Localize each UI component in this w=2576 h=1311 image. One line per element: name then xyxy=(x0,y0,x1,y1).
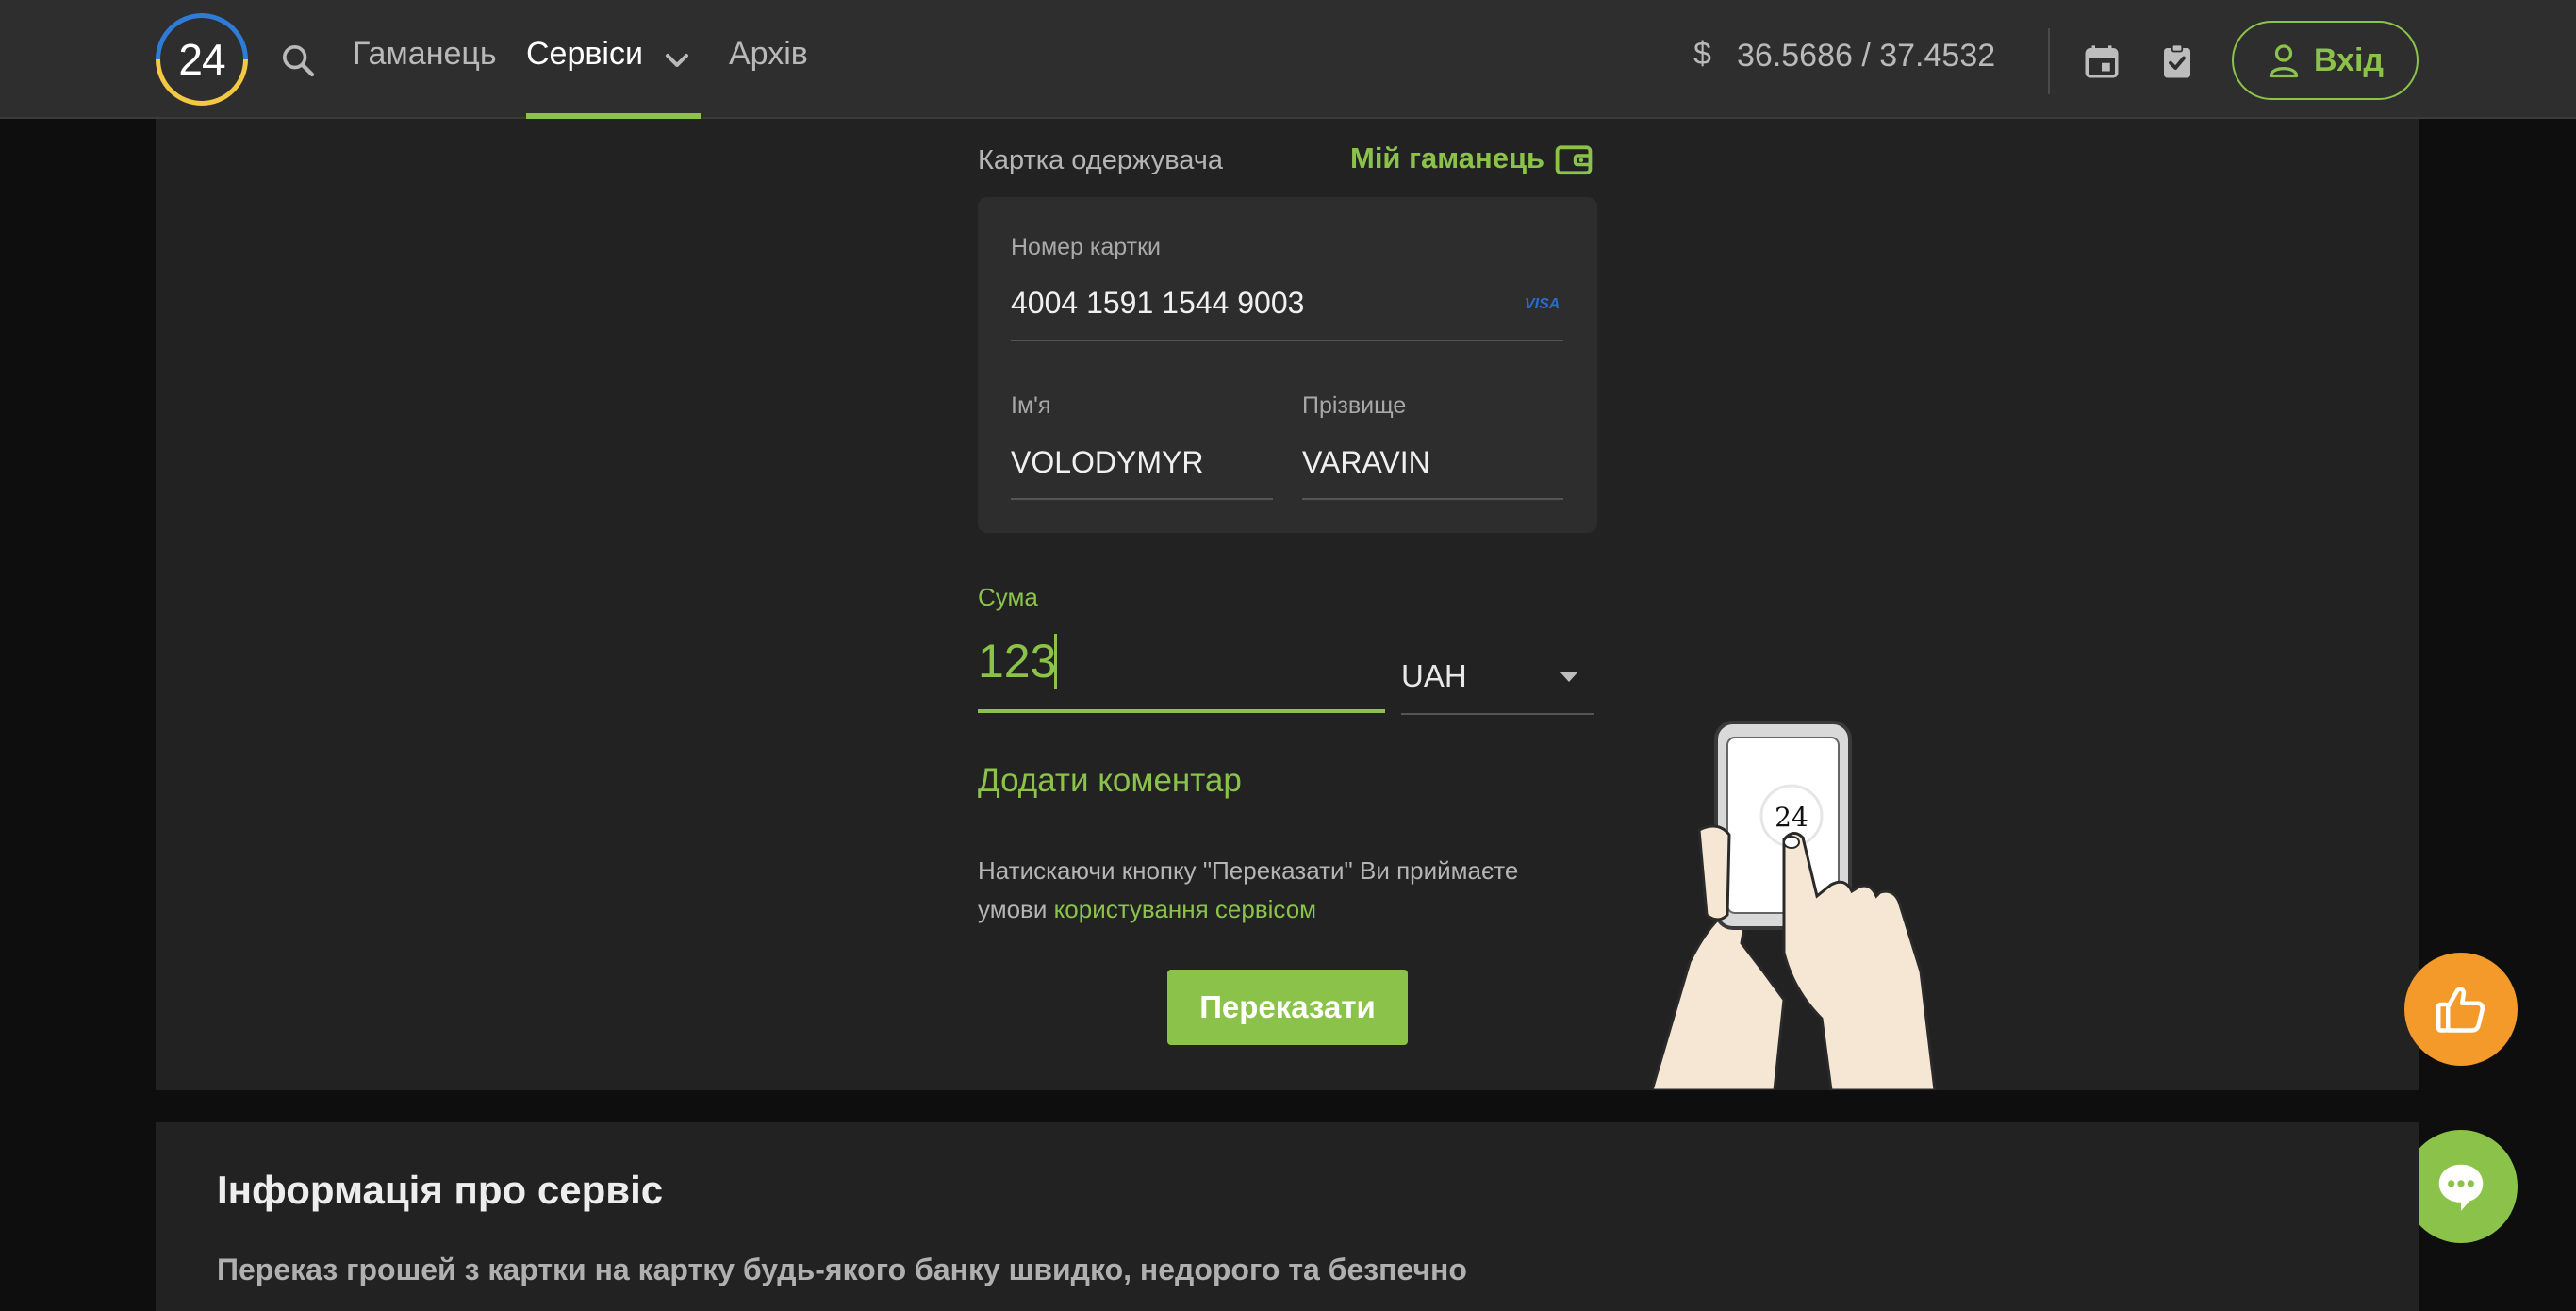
last-name-label: Прізвище xyxy=(1302,392,1407,419)
top-header: 24 Гаманець Сервіси Архів $ 36.5686 / 37… xyxy=(0,0,2576,119)
wallet-icon[interactable] xyxy=(1554,141,1593,177)
exchange-rate: 36.5686 / 37.4532 xyxy=(1737,38,1996,74)
last-name-underline xyxy=(1302,498,1563,500)
thumbs-up-icon xyxy=(2436,987,2485,1033)
user-icon xyxy=(2269,44,2299,78)
last-name-input[interactable]: VARAVIN xyxy=(1302,445,1430,480)
my-wallet-link[interactable]: Мій гаманець xyxy=(1350,141,1544,175)
search-icon[interactable] xyxy=(279,41,317,79)
terms-text: Натискаючи кнопку "Переказати" Ви прийма… xyxy=(978,852,1562,929)
chat-icon xyxy=(2438,1164,2484,1211)
recipient-card-label: Картка одержувача xyxy=(978,145,1224,175)
login-button[interactable]: Вхід xyxy=(2232,21,2419,100)
first-name-underline xyxy=(1011,498,1273,500)
amount-label: Сума xyxy=(978,583,1038,611)
chevron-down-icon[interactable] xyxy=(658,41,696,79)
card-number-input[interactable]: 4004 1591 1544 9003 xyxy=(1011,286,1304,321)
first-name-label: Ім'я xyxy=(1011,392,1051,419)
currency-underline xyxy=(1401,713,1594,715)
amount-input[interactable]: 123 xyxy=(978,634,1056,689)
transfer-button[interactable]: Переказати xyxy=(1167,970,1408,1045)
dollar-icon: $ xyxy=(1693,36,1711,72)
nav-services[interactable]: Сервіси xyxy=(526,36,643,73)
service-info-title: Інформація про сервіс xyxy=(217,1168,664,1212)
dropdown-arrow-icon[interactable] xyxy=(1560,672,1578,682)
card-number-label: Номер картки xyxy=(1011,234,1161,260)
nav-archive[interactable]: Архів xyxy=(729,36,808,73)
add-comment-link[interactable]: Додати коментар xyxy=(978,762,1242,800)
service-info-text: Переказ грошей з картки на картку будь-я… xyxy=(217,1253,1467,1286)
chat-button[interactable] xyxy=(2404,1130,2518,1243)
feedback-like-button[interactable] xyxy=(2404,953,2518,1066)
first-name-input[interactable]: VOLODYMYR xyxy=(1011,445,1203,480)
amount-underline xyxy=(978,709,1385,713)
login-label: Вхід xyxy=(2313,41,2385,78)
phone-hands-illustration: 24 xyxy=(1652,721,1937,1090)
currency-select[interactable]: UAH xyxy=(1401,658,1467,694)
header-divider xyxy=(2048,28,2050,94)
visa-icon: VISA xyxy=(1525,296,1560,312)
card-number-underline xyxy=(1011,340,1563,341)
clipboard-check-icon[interactable] xyxy=(2157,41,2197,81)
phone-screen-label: 24 xyxy=(1775,802,1808,833)
nav-wallet[interactable]: Гаманець xyxy=(353,36,497,73)
logo-text: 24 xyxy=(178,35,225,84)
text-caret xyxy=(1054,634,1057,689)
logo[interactable]: 24 xyxy=(156,13,248,106)
service-info-panel: Інформація про сервіс Переказ грошей з к… xyxy=(156,1122,2419,1311)
terms-link[interactable]: користування сервісом xyxy=(1054,895,1316,923)
calendar-icon[interactable] xyxy=(2082,41,2122,81)
